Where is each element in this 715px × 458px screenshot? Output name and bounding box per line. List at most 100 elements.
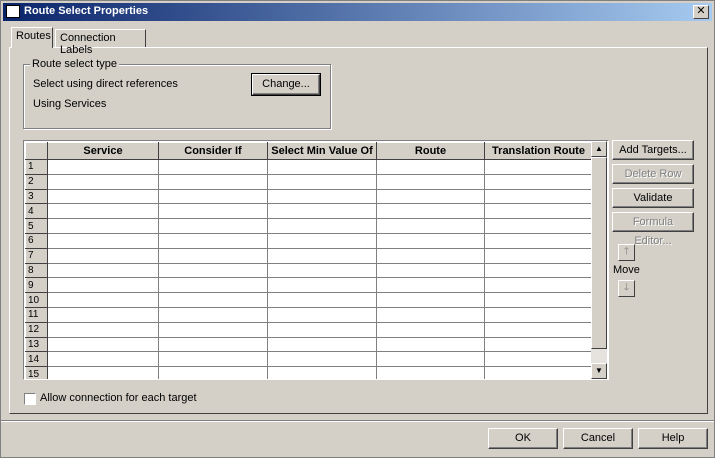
scroll-up-button[interactable]: ▲ [591, 141, 607, 157]
grid-cell[interactable] [158, 248, 268, 264]
grid-cell[interactable] [158, 337, 268, 353]
grid-cell[interactable] [484, 322, 593, 338]
grid-cell[interactable] [158, 307, 268, 323]
row-number-cell[interactable]: 10 [25, 292, 48, 308]
grid-cell[interactable] [484, 248, 593, 264]
grid-cell[interactable] [158, 174, 268, 190]
allow-connection-checkbox[interactable] [24, 393, 36, 405]
grid-cell[interactable] [376, 248, 485, 264]
row-number-cell[interactable]: 13 [25, 336, 48, 353]
change-button[interactable]: Change... [251, 73, 321, 96]
row-number-cell[interactable]: 5 [25, 218, 48, 234]
grid-cell[interactable] [158, 218, 268, 234]
grid-cell[interactable] [267, 203, 377, 220]
grid-cell[interactable] [158, 292, 268, 308]
grid-cell[interactable] [376, 233, 485, 249]
grid-cell[interactable] [484, 159, 593, 175]
grid-cell[interactable] [484, 277, 593, 294]
title-bar[interactable]: Route Select Properties ✕ [3, 3, 712, 21]
grid-cell[interactable] [47, 263, 159, 279]
col-header-select-min-value-of[interactable]: Select Min Value Of [267, 142, 377, 160]
row-number-cell[interactable]: 4 [25, 203, 48, 220]
targets-grid[interactable]: Service Consider If Select Min Value Of … [23, 140, 609, 380]
grid-cell[interactable] [267, 159, 377, 175]
grid-cell[interactable] [158, 233, 268, 249]
grid-cell[interactable] [47, 248, 159, 264]
grid-cell[interactable] [484, 351, 593, 368]
validate-button[interactable]: Validate [612, 188, 694, 208]
grid-cell[interactable] [47, 292, 159, 308]
grid-cell[interactable] [158, 263, 268, 279]
grid-cell[interactable] [267, 174, 377, 190]
col-header-translation-route[interactable]: Translation Route [484, 142, 593, 160]
grid-cell[interactable] [47, 322, 159, 338]
grid-cell[interactable] [47, 366, 159, 379]
grid-cell[interactable] [376, 337, 485, 353]
ok-button[interactable]: OK [488, 428, 558, 449]
grid-cell[interactable] [376, 351, 485, 368]
grid-cell[interactable] [267, 277, 377, 294]
grid-cell[interactable] [484, 189, 593, 205]
grid-cell[interactable] [376, 203, 485, 220]
grid-cell[interactable] [267, 292, 377, 308]
row-number-cell[interactable]: 6 [25, 232, 48, 249]
row-number-cell[interactable]: 15 [25, 366, 48, 379]
move-up-button[interactable]: 🡑 [618, 244, 635, 261]
grid-cell[interactable] [47, 337, 159, 353]
grid-cell[interactable] [376, 263, 485, 279]
move-down-button[interactable]: 🡓 [618, 280, 635, 297]
grid-cell[interactable] [267, 337, 377, 353]
grid-cell[interactable] [47, 174, 159, 190]
grid-cell[interactable] [47, 218, 159, 234]
grid-cell[interactable] [267, 366, 377, 379]
grid-cell[interactable] [47, 203, 159, 220]
grid-vertical-scrollbar[interactable]: ▲ ▼ [591, 141, 607, 379]
row-number-cell[interactable]: 12 [25, 321, 48, 338]
grid-cell[interactable] [484, 233, 593, 249]
grid-cell[interactable] [47, 277, 159, 294]
grid-cell[interactable] [267, 189, 377, 205]
grid-cell[interactable] [158, 189, 268, 205]
grid-cell[interactable] [158, 322, 268, 338]
row-number-cell[interactable]: 1 [25, 159, 48, 175]
grid-cell[interactable] [484, 218, 593, 234]
grid-cell[interactable] [158, 277, 268, 294]
row-number-cell[interactable]: 2 [25, 173, 48, 190]
grid-cell[interactable] [47, 307, 159, 323]
grid-cell[interactable] [376, 366, 485, 379]
grid-cell[interactable] [267, 248, 377, 264]
grid-cell[interactable] [376, 218, 485, 234]
grid-cell[interactable] [47, 189, 159, 205]
help-button[interactable]: Help [638, 428, 708, 449]
grid-cell[interactable] [267, 322, 377, 338]
grid-cell[interactable] [376, 307, 485, 323]
delete-row-button[interactable]: Delete Row [612, 164, 694, 184]
close-button[interactable]: ✕ [693, 5, 709, 19]
col-header-route[interactable]: Route [376, 142, 485, 160]
grid-cell[interactable] [484, 292, 593, 308]
grid-cell[interactable] [484, 203, 593, 220]
row-number-cell[interactable]: 3 [25, 188, 48, 205]
grid-cell[interactable] [376, 159, 485, 175]
grid-cell[interactable] [267, 218, 377, 234]
grid-cell[interactable] [376, 292, 485, 308]
col-header-consider-if[interactable]: Consider If [158, 142, 268, 160]
row-number-cell[interactable]: 9 [25, 277, 48, 294]
grid-cell[interactable] [47, 159, 159, 175]
tab-routes[interactable]: Routes [11, 27, 53, 48]
grid-cell[interactable] [158, 159, 268, 175]
grid-cell[interactable] [484, 307, 593, 323]
grid-cell[interactable] [158, 203, 268, 220]
grid-cell[interactable] [376, 322, 485, 338]
add-targets-button[interactable]: Add Targets... [612, 140, 694, 160]
grid-cell[interactable] [158, 351, 268, 368]
grid-cell[interactable] [267, 351, 377, 368]
grid-cell[interactable] [158, 366, 268, 379]
grid-cell[interactable] [484, 174, 593, 190]
grid-cell[interactable] [267, 263, 377, 279]
row-number-cell[interactable]: 8 [25, 262, 48, 279]
grid-cell[interactable] [376, 174, 485, 190]
row-number-cell[interactable]: 14 [25, 351, 48, 368]
grid-cell[interactable] [47, 233, 159, 249]
cancel-button[interactable]: Cancel [563, 428, 633, 449]
